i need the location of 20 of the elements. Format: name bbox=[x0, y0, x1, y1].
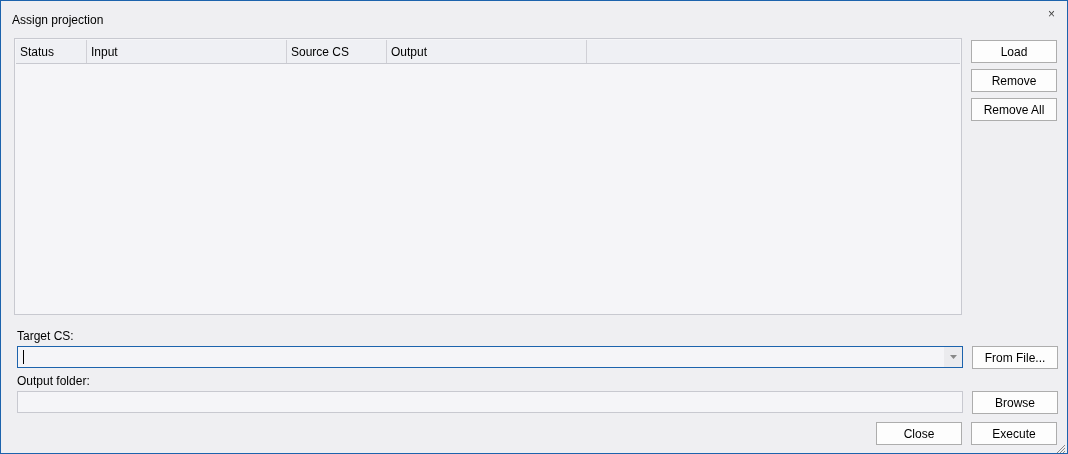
side-button[interactable]: Load bbox=[971, 40, 1057, 63]
from-file-button[interactable]: From File... bbox=[972, 346, 1058, 369]
side-button[interactable]: Remove bbox=[971, 69, 1057, 92]
dropdown-arrow-icon bbox=[949, 355, 957, 359]
field-label: Target CS: bbox=[16, 329, 75, 345]
window-title: Assign projection bbox=[12, 12, 104, 27]
browse-button[interactable]: Browse bbox=[972, 391, 1058, 414]
column-header[interactable]: Output bbox=[387, 40, 587, 63]
column-header[interactable]: Input bbox=[87, 40, 287, 63]
output-folder-field[interactable] bbox=[17, 391, 963, 413]
dialog-button[interactable]: Execute bbox=[971, 422, 1057, 445]
dialog-button[interactable]: Close bbox=[876, 422, 962, 445]
text-cursor bbox=[23, 350, 24, 364]
close-icon[interactable]: × bbox=[1048, 6, 1055, 21]
target-cs-dropdown[interactable] bbox=[17, 346, 963, 368]
resize-grip-icon bbox=[1056, 444, 1066, 454]
field-label: Output folder: bbox=[16, 374, 91, 390]
column-header[interactable]: Source CS bbox=[287, 40, 387, 63]
side-button[interactable]: Remove All bbox=[971, 98, 1057, 121]
column-header[interactable]: Status bbox=[16, 40, 87, 63]
